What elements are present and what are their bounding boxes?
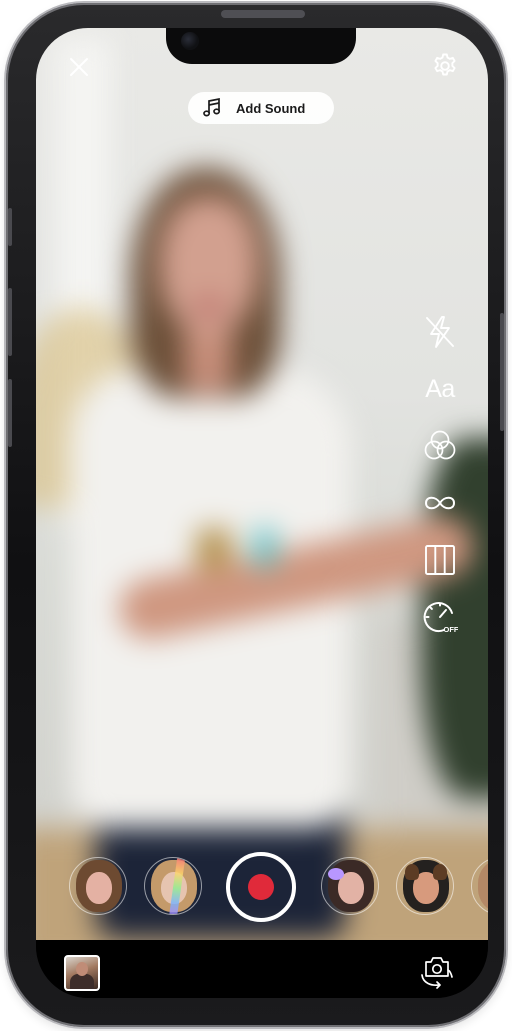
dog-ear-right-icon	[433, 864, 447, 880]
flip-camera-button[interactable]	[417, 953, 457, 991]
front-camera-lens	[181, 32, 199, 50]
gallery-button[interactable]	[64, 955, 100, 991]
camera-preview: Add Sound Aa OFF	[36, 28, 488, 940]
flash-toggle[interactable]	[418, 313, 462, 351]
filter-carousel[interactable]	[36, 851, 488, 922]
add-sound-label: Add Sound	[236, 100, 306, 116]
text-tool-button[interactable]: Aa	[418, 370, 462, 408]
mute-switch	[8, 208, 12, 246]
preview-lips	[194, 300, 224, 314]
preview-watch	[196, 528, 232, 570]
phone-frame: Add Sound Aa OFF	[6, 3, 506, 1027]
music-note-icon	[203, 97, 221, 117]
camera-tools-rail: Aa OFF	[416, 313, 464, 655]
volume-up-button	[8, 288, 12, 356]
volume-down-button	[8, 379, 12, 447]
boomerang-button[interactable]	[418, 484, 462, 522]
notch	[166, 28, 356, 64]
grid-columns-icon	[425, 545, 455, 575]
filter-rainbow[interactable]	[144, 857, 202, 915]
filter-partial[interactable]	[471, 857, 488, 915]
filter-partial-preview	[478, 860, 488, 912]
infinity-icon	[424, 496, 456, 510]
gallery-thumbnail-icon	[70, 974, 94, 989]
timer-off-icon: OFF	[423, 602, 459, 634]
preview-face	[159, 196, 259, 336]
filter-blush[interactable]	[69, 857, 127, 915]
effects-button[interactable]	[418, 427, 462, 465]
record-button[interactable]	[226, 852, 296, 922]
flip-camera-icon	[421, 957, 453, 989]
filter-butterfly[interactable]	[321, 857, 379, 915]
timer-off-label: OFF	[444, 625, 459, 634]
gallery-thumbnail-head	[76, 962, 88, 976]
earpiece-speaker	[221, 10, 305, 18]
camera-screen: Add Sound Aa OFF	[36, 28, 488, 998]
preview-bracelet	[254, 528, 276, 568]
bottom-bar	[36, 940, 488, 998]
close-icon	[70, 58, 88, 76]
butterfly-icon	[328, 868, 344, 880]
color-circles-icon	[424, 430, 456, 460]
layout-button[interactable]	[418, 541, 462, 579]
dog-ear-left-icon	[405, 864, 419, 880]
power-button	[500, 313, 504, 431]
filter-blush-face	[86, 872, 112, 904]
filter-dog[interactable]	[396, 857, 454, 915]
gear-icon	[434, 53, 456, 76]
flash-off-icon	[426, 316, 454, 348]
record-icon	[248, 874, 274, 900]
settings-button[interactable]	[429, 50, 461, 82]
text-icon: Aa	[425, 374, 455, 403]
close-button[interactable]	[64, 52, 94, 82]
timer-button[interactable]: OFF	[418, 598, 462, 636]
add-sound-button[interactable]: Add Sound	[188, 92, 334, 124]
